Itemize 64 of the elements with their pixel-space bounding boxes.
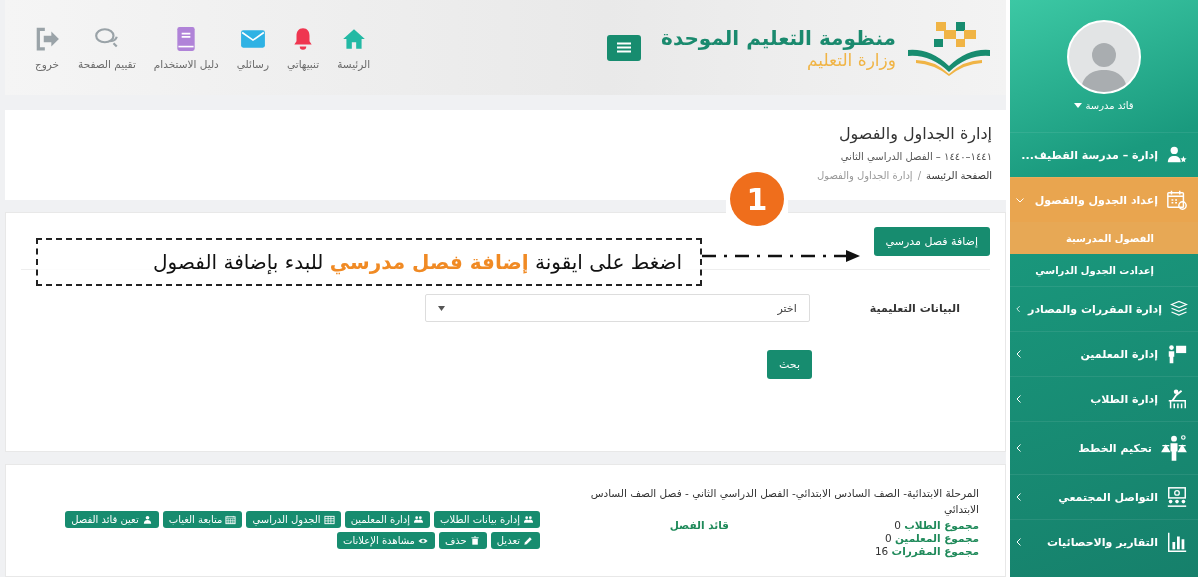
caret-icon[interactable] [1074,102,1083,108]
sidebar-item[interactable]: التقارير والاحصائيات [1010,519,1198,564]
instruction-callout: اضغط على ايقونة إضافة فصل مدرسي للبدء بإضافة الفصول [36,238,702,286]
sidebar-item[interactable]: إدارة الطلاب [1010,376,1198,421]
nav-item[interactable]: دليل الاستخدام [144,25,228,70]
menu-icon [617,42,632,53]
student-desk-icon [1166,388,1188,410]
chevron-left-icon [1016,493,1021,501]
action-button[interactable]: متابعة الغياب [162,511,243,528]
calendar-icon [225,514,237,525]
action-button[interactable]: حذف [439,532,487,549]
breadcrumb-separator: / [917,170,921,181]
menu-button[interactable] [607,34,642,61]
action-button[interactable]: إدارة المعلمين [344,511,431,528]
ministry-subtitle: وزارة التعليم [807,49,896,70]
data-select[interactable]: اختر [424,294,810,322]
sidebar-item[interactable]: إعداد الجدول والفصول [1010,177,1198,222]
breadcrumb-item: إدارة الجداول والفصول [817,170,913,181]
chevron-left-icon [1016,444,1021,452]
teacher-icon [1166,343,1188,365]
add-class-button[interactable]: إضافة فصل مدرسي [873,226,990,256]
chevron-left-icon [1016,395,1021,403]
scales-person-icon [1160,434,1188,462]
action-button[interactable]: الجدول الدراسي [246,511,341,528]
breadcrumb-item[interactable]: الصفحة الرئيسة [926,170,992,181]
page-title: إدارة الجداول والفصول [837,124,992,143]
users-icon [523,514,534,525]
class-leader-label: قائد الفصل [669,518,729,533]
action-button[interactable]: إدارة بيانات الطلاب [434,511,540,528]
caret-icon [437,305,445,311]
class-title: المرحلة الابتدائية- الصف السادس الابتدائي- الفصل الدراسي الثاني - فصل الصف السادس الابتدائي [589,486,979,518]
action-button[interactable]: تعديل [490,532,540,549]
nav-item[interactable]: رسائلي [227,25,278,70]
sidebar-item[interactable]: التواصل المجتمعي [1010,474,1198,519]
nav-item[interactable]: تقييم الصفحة [69,25,145,70]
exit-icon [34,25,60,52]
calendar-icon [1166,189,1188,211]
user-icon [141,514,153,525]
pencil-icon [523,535,534,546]
bar-chart-icon [1166,531,1188,553]
search-button[interactable]: بحث [767,350,812,379]
trash-icon [469,535,481,546]
term-label: ١٤٤١–١٤٤٠ – الفصل الدراسي الثاني [839,151,992,162]
sidebar-subitem[interactable]: إعدادت الجدول الدراسي [1010,254,1198,286]
chevron-left-icon [1016,538,1021,546]
app-title: منظومة التعليم الموحدة [661,25,896,50]
chevron-left-icon [1016,305,1021,313]
nav-item[interactable]: الرئيسة [328,25,380,70]
chevron-left-icon [1016,350,1021,358]
field-label: البيانات التعليمية [869,301,960,315]
sidebar-item[interactable]: إدارة المقررات والمصادر [1010,286,1198,331]
open-book-logo-icon [906,19,992,76]
table-icon [323,514,335,525]
nav-item[interactable]: تنبيهاتي [278,25,329,70]
chevron-down-icon [1016,197,1024,203]
sidebar-item[interactable]: إدارة المعلمين [1010,331,1198,376]
community-icon [1166,486,1188,508]
action-button[interactable]: مشاهدة الإعلانات [337,532,435,549]
step-number-badge: 1 [730,172,784,226]
sidebar-item[interactable]: تحكيم الخطط [1010,421,1198,474]
nav-item[interactable]: خروج [25,25,69,70]
user-name[interactable]: قائد مدرسة [1085,99,1134,111]
users-icon [413,514,425,525]
action-button[interactable]: تعين قائد الفصل [65,511,159,528]
